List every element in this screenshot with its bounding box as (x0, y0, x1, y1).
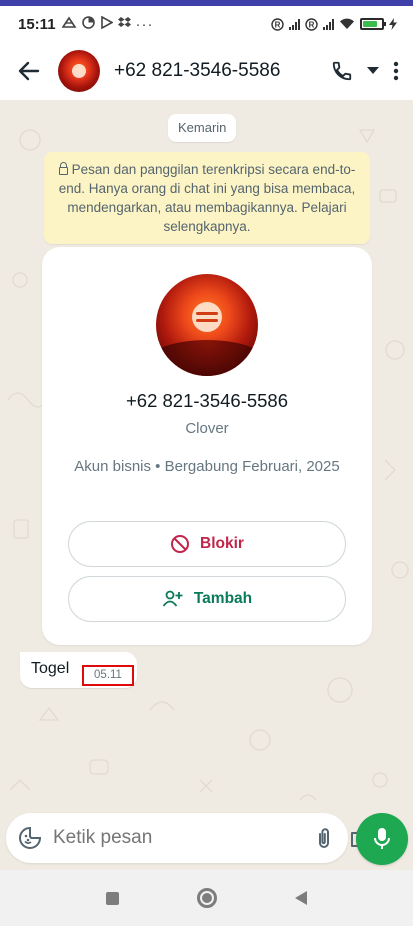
svg-text:R: R (275, 20, 281, 29)
profile-description: Akun bisnis • Bergabung Februari, 2025 (74, 458, 340, 475)
chat-header: +62 821-3546-5586 (0, 42, 413, 100)
svg-text:R: R (309, 20, 315, 29)
notification-icon (61, 16, 77, 32)
profile-card: +62 821-3546-5586 Clover Akun bisnis • B… (42, 247, 372, 645)
status-time: 15:11 (18, 15, 56, 33)
system-nav-bar (0, 870, 413, 926)
header-actions (331, 60, 399, 82)
block-icon (171, 535, 190, 553)
message-bubble[interactable]: Togel 05.11 (20, 652, 137, 688)
home-button[interactable] (197, 888, 217, 908)
back-button[interactable] (295, 891, 307, 905)
battery-icon (360, 18, 386, 30)
sticker-icon[interactable] (18, 826, 42, 850)
encryption-notice[interactable]: Pesan dan panggilan terenkripsi secara e… (44, 152, 370, 244)
recents-button[interactable] (106, 891, 119, 905)
roaming-2-icon: R (305, 17, 318, 31)
contact-avatar[interactable] (58, 50, 100, 92)
contact-title[interactable]: +62 821-3546-5586 (114, 60, 331, 82)
attach-icon[interactable] (316, 825, 332, 851)
call-icon[interactable] (331, 60, 353, 82)
status-right: R R (271, 17, 397, 31)
add-contact-button[interactable]: Tambah (68, 576, 346, 622)
signal-2-icon (323, 18, 334, 30)
more-notifications-icon: ··· (135, 15, 154, 33)
message-input[interactable] (53, 827, 298, 849)
charging-icon (389, 18, 397, 30)
more-vert-icon[interactable] (393, 61, 399, 81)
dropbox-icon (117, 16, 131, 32)
block-label: Blokir (200, 535, 244, 552)
roaming-icon: R (271, 17, 284, 31)
message-composer (6, 813, 373, 863)
mic-button[interactable] (356, 813, 408, 865)
profile-name: Clover (185, 420, 229, 437)
date-chip: Kemarin (168, 114, 237, 142)
message-text: Togel (31, 660, 70, 677)
profile-avatar[interactable] (156, 274, 258, 376)
lock-icon (58, 162, 68, 175)
add-person-icon (162, 590, 183, 607)
dropdown-icon[interactable] (367, 67, 379, 75)
signal-1-icon (289, 18, 300, 30)
chat-area[interactable]: Kemarin Pesan dan panggilan terenkripsi … (0, 100, 413, 810)
encryption-notice-text: Pesan dan panggilan terenkripsi secara e… (58, 162, 356, 234)
play-icon (100, 15, 114, 32)
wifi-icon (340, 18, 354, 29)
message-time: 05.11 (82, 665, 134, 686)
add-label: Tambah (193, 590, 253, 607)
app-icon (81, 16, 95, 32)
profile-phone: +62 821-3546-5586 (125, 390, 289, 411)
status-bar: 15:11 ··· R R (0, 6, 413, 42)
back-arrow-icon[interactable] (16, 58, 42, 84)
mic-icon (374, 828, 390, 849)
block-button[interactable]: Blokir (68, 521, 346, 567)
